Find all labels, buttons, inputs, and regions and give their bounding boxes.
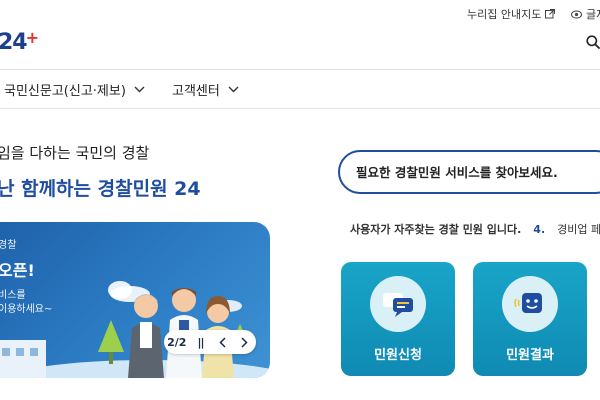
banner-description: 비스를 이용하세요~ — [0, 289, 52, 317]
banner-desc-line: 이용하세요~ — [0, 304, 53, 315]
main-nav: 국민신문고(신고·제보) 고객센터 — [0, 70, 600, 108]
site-header: 24+ — [0, 26, 600, 68]
banner-headline: 오픈! — [0, 261, 35, 280]
nav-divider — [0, 108, 600, 109]
pause-button[interactable]: || — [193, 334, 209, 350]
banner-desc-line: 비스를 — [0, 290, 26, 301]
banner-text-block: 경찰 오픈! 비스를 이용하세요~ — [0, 236, 52, 317]
chevron-left-icon — [219, 336, 226, 348]
nav-item-report[interactable]: 국민신문고(신고·제보) — [4, 80, 145, 99]
service-search-input[interactable] — [356, 164, 600, 180]
promo-banner[interactable]: 경찰 오픈! 비스를 이용하세요~ 2/2 || — [0, 222, 270, 378]
font-size-label: 글자 — [586, 8, 600, 21]
hero-title: 난 함께하는 경찰민원 24 — [0, 178, 201, 200]
frequent-rank: 4. — [533, 222, 546, 236]
chat-bubble-icon — [383, 293, 413, 317]
next-button[interactable] — [237, 334, 253, 350]
chevron-down-icon — [228, 86, 239, 93]
logo-text: 24 — [0, 30, 28, 55]
logo-plus: + — [25, 28, 39, 47]
chevron-right-icon — [241, 336, 248, 348]
sitemap-label: 누리집 안내지도 — [467, 8, 542, 21]
pager-count: 2/2 — [167, 335, 187, 349]
nav-item-label: 국민신문고(신고·제보) — [4, 84, 126, 99]
card-apply[interactable]: 민원신청 — [341, 262, 455, 376]
card-icon-circle — [370, 276, 426, 332]
prev-button[interactable] — [215, 334, 231, 350]
eye-icon — [571, 10, 582, 18]
header-search-button[interactable] — [586, 34, 600, 52]
banner-small-text: 경찰 — [0, 240, 17, 251]
nav-item-customer-center[interactable]: 고객센터 — [172, 80, 239, 99]
card-label: 민원결과 — [506, 348, 554, 363]
font-size-link[interactable]: 글자 — [571, 6, 600, 22]
sitemap-link[interactable]: 누리집 안내지도 — [467, 6, 556, 22]
frequent-label: 사용자가 자주찾는 경찰 민원 입니다. — [350, 223, 522, 236]
result-face-icon — [514, 293, 542, 313]
card-icon-circle — [502, 276, 558, 332]
search-icon — [586, 35, 600, 49]
top-utility-bar: 누리집 안내지도 글자 — [0, 0, 600, 26]
external-link-icon — [545, 9, 556, 19]
hero-subtitle: 임을 다하는 국민의 경찰 — [0, 144, 150, 162]
chevron-down-icon — [134, 86, 145, 93]
service-search-box — [338, 150, 600, 194]
card-label: 민원신청 — [374, 348, 422, 363]
pause-icon: || — [197, 335, 205, 349]
card-result[interactable]: 민원결과 — [473, 262, 587, 376]
frequent-services-row: 사용자가 자주찾는 경찰 민원 입니다. 4. 경비업 페 — [338, 218, 600, 240]
frequent-item-link[interactable]: 경비업 페 — [557, 221, 600, 237]
nav-item-label: 고객센터 — [172, 84, 220, 99]
site-logo[interactable]: 24+ — [0, 28, 39, 55]
banner-pager: 2/2 || — [164, 330, 256, 354]
